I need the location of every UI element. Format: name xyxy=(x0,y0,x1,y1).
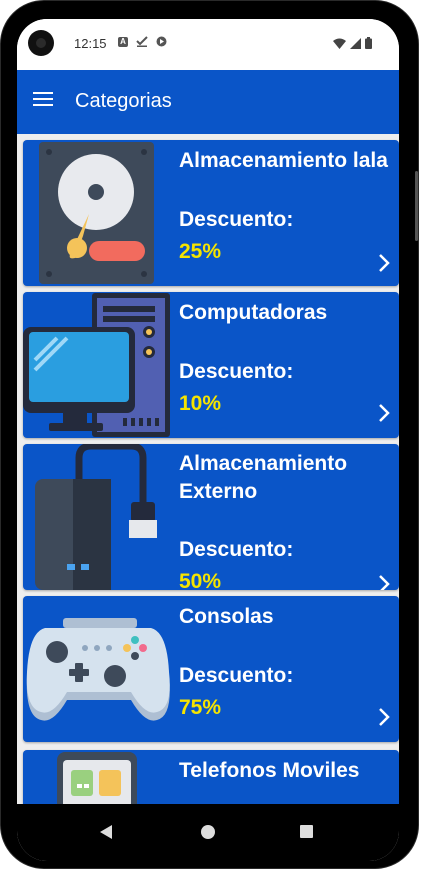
screen: 12:15 A Categorias Almacenamiento lala D… xyxy=(17,19,399,861)
category-title: Computadoras xyxy=(179,301,328,324)
discount-value: 10% xyxy=(179,392,222,415)
navigation-bar xyxy=(17,804,399,861)
discount-label: Descuento: xyxy=(179,664,294,687)
discount-label: Descuento: xyxy=(179,360,294,383)
wifi-icon xyxy=(333,38,346,49)
category-card[interactable]: Computadoras Descuento: 10% xyxy=(23,292,399,438)
category-title: Almacenamiento lala xyxy=(179,149,388,172)
category-card[interactable]: Almacenamiento lala Descuento: 25% xyxy=(23,140,399,286)
discount-label: Descuento: xyxy=(179,208,294,231)
recent-apps-icon[interactable] xyxy=(300,825,313,838)
desktop-computer-icon xyxy=(23,293,170,437)
phone-frame: 12:15 A Categorias Almacenamiento lala D… xyxy=(0,0,419,869)
menu-icon[interactable] xyxy=(33,92,53,108)
check-icon xyxy=(136,36,148,47)
status-icons-left: A xyxy=(118,36,167,47)
discount-value: 75% xyxy=(179,696,222,719)
status-icons-right xyxy=(333,37,372,49)
smartphone-icon xyxy=(57,752,137,804)
discount-label: Descuento: xyxy=(179,538,294,561)
back-icon[interactable] xyxy=(99,824,113,840)
battery-icon xyxy=(365,37,372,49)
app-bar: Categorias xyxy=(17,70,399,134)
discount-value: 25% xyxy=(179,240,222,263)
category-title: Almacenamiento Externo xyxy=(179,452,348,503)
category-card[interactable]: Consolas Descuento: 75% xyxy=(23,596,399,742)
side-button xyxy=(415,171,418,241)
chevron-right-icon[interactable] xyxy=(377,253,391,273)
category-list[interactable]: Almacenamiento lala Descuento: 25% Compu… xyxy=(17,134,399,804)
chevron-right-icon[interactable] xyxy=(377,574,391,590)
category-title: Telefonos Moviles xyxy=(179,759,360,782)
home-icon[interactable] xyxy=(201,825,215,839)
category-card[interactable]: Almacenamiento Externo Descuento: 50% xyxy=(23,444,399,590)
hard-drive-icon xyxy=(39,142,154,284)
status-bar: 12:15 A xyxy=(17,19,399,70)
chevron-right-icon[interactable] xyxy=(377,403,391,423)
signal-icon xyxy=(350,37,361,49)
category-title: Consolas xyxy=(179,605,274,628)
camera-icon xyxy=(28,30,54,56)
chevron-right-icon[interactable] xyxy=(377,707,391,727)
category-card[interactable]: Telefonos Moviles xyxy=(23,750,399,804)
status-time: 12:15 xyxy=(74,36,107,51)
page-title: Categorias xyxy=(75,90,172,112)
play-store-icon xyxy=(156,36,167,47)
notification-a-icon: A xyxy=(118,36,128,47)
external-drive-icon xyxy=(35,444,157,590)
discount-value: 50% xyxy=(179,570,222,590)
gamepad-icon xyxy=(26,618,170,721)
